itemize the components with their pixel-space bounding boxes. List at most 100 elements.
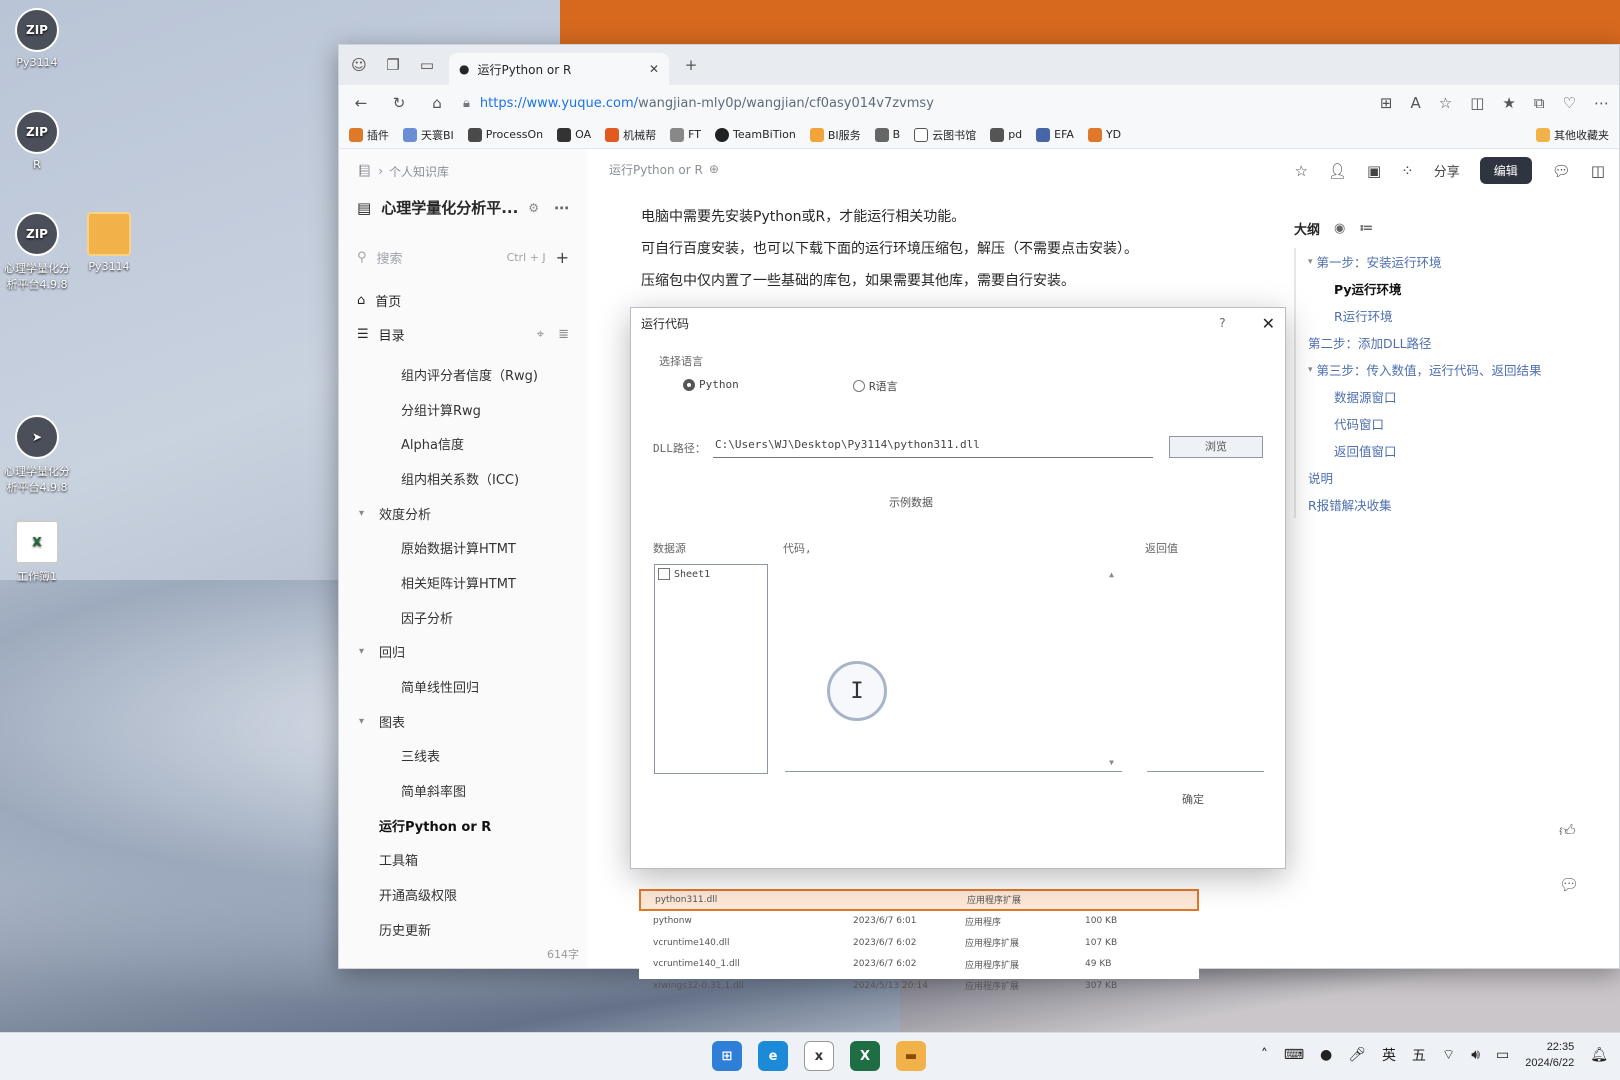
bookmark-other-folder[interactable]: 其他收藏夹 [1536,127,1609,143]
xlwings-icon[interactable]: x [804,1041,834,1071]
radio-r[interactable]: R语言 [853,378,898,394]
toc-item[interactable]: 运行Python or R [357,808,569,843]
outline-item[interactable]: 代码窗口 [1308,410,1584,437]
home-icon[interactable]: ⌂ [425,91,449,115]
toc-item[interactable]: 历史更新 [357,912,569,947]
code-editor[interactable]: ▲ ▼ [785,564,1122,772]
tab-actions-icon[interactable]: ▭ [415,53,439,77]
sidebar-toggle-icon[interactable]: ◫ [1591,162,1605,180]
bookmark-item[interactable]: ProcessOn [467,127,543,142]
share-button[interactable]: 分享 [1434,161,1460,180]
browse-button[interactable]: 浏览 [1169,436,1263,458]
toc-item[interactable]: 分组计算Rwg [357,392,569,427]
notification-icon[interactable]: 🔔︎ [1590,1047,1608,1063]
help-icon[interactable]: ? [1219,316,1225,330]
outline-list-icon[interactable]: ≔ [1359,221,1373,236]
ime-language[interactable]: 英 [1382,1045,1396,1065]
bookmark-item[interactable]: B [874,127,900,142]
volume-icon[interactable]: 🔊︎ [1471,1047,1480,1063]
app-available-icon[interactable]: ⊞ [1380,94,1393,112]
outline-item[interactable]: 数据源窗口 [1308,383,1584,410]
collaborator-icon[interactable]: 👤︎ [1328,162,1347,180]
file-row[interactable]: pythonw 2023/6/7 6:01 应用程序 100 KB [639,911,1199,933]
outline-item[interactable]: 返回值窗口 [1308,437,1584,464]
hide-outline-icon[interactable]: ◉ [1334,221,1345,236]
url-field[interactable]: 🔒︎ https://www.yuque.com/wangjian-mly0p/… [463,96,1366,111]
outline-item[interactable]: R报错解决收集 [1308,491,1584,518]
more-icon[interactable]: ⋯ [554,199,569,217]
microphone-icon[interactable]: 🎤︎ [1348,1047,1366,1063]
bookmark-item[interactable]: 机械帮 [605,127,656,143]
bookmark-item[interactable]: EFA [1036,127,1074,142]
collapse-icon[interactable]: ≣ [558,327,569,342]
bookmark-item[interactable]: 天寰BI [403,127,454,143]
ime-mode[interactable]: 五 [1412,1045,1426,1065]
chevron-down-icon[interactable]: ▾ [359,646,379,657]
app-tray-icon[interactable]: ● [1320,1047,1332,1063]
collections-toolbar-icon[interactable]: ⧉ [1534,94,1545,112]
nav-home[interactable]: ⌂ 首页 [357,283,569,317]
permission-icon[interactable]: ⊕ [709,162,719,176]
bookmark-item[interactable]: 插件 [349,127,389,143]
desktop-icon-workbook[interactable]: X 工作簿1 [0,520,74,584]
bookmark-item[interactable]: FT [670,127,701,142]
ok-button[interactable]: 确定 [1145,788,1241,812]
start-icon[interactable]: ⊞ [712,1041,742,1071]
star-icon[interactable]: ☆ [1294,162,1307,180]
chevron-up-icon[interactable]: ˄ [1261,1047,1268,1063]
toc-item[interactable]: 相关矩阵计算HTMT [357,565,569,600]
favorites-icon[interactable]: ★ [1502,94,1515,112]
desktop-icon-py3114-zip[interactable]: ZIP Py3114 [0,8,74,69]
clock[interactable]: 22:35 2024/6/22 [1525,1039,1574,1071]
scroll-up-icon[interactable]: ▲ [1109,570,1114,579]
toc-item[interactable]: 三线表 [357,739,569,774]
desktop-icon-platform-app[interactable]: ➤ 心理学量化分析平台4.9.8 [0,415,74,495]
favorite-star-icon[interactable]: ☆ [1439,94,1452,112]
locate-icon[interactable]: ⌖ [537,327,544,342]
present-icon[interactable]: ▣ [1367,162,1381,180]
nav-catalog[interactable]: ☰ 目录 ⌖ ≣ [357,317,569,351]
bookmark-item[interactable]: YD [1087,127,1121,142]
toc-item[interactable]: 因子分析 [357,600,569,635]
checkbox[interactable] [658,568,670,580]
close-tab-icon[interactable]: ✕ [649,62,659,76]
comment-icon[interactable]: 💬︎ [1552,162,1571,180]
kb-title[interactable]: ▤ 心理学量化分析平... ⚙ ⋯ [357,197,569,218]
apps-icon[interactable]: ⁘ [1401,162,1414,180]
breadcrumb[interactable]: 📘︎ › 个人知识库 [357,159,569,183]
file-row[interactable]: vcruntime140_1.dll 2023/6/7 6:02 应用程序扩展 49 … [639,954,1199,976]
outline-item[interactable]: 第一步：安装运行环境 [1308,248,1584,275]
chevron-down-icon[interactable]: ▾ [359,508,379,519]
bookmark-item[interactable]: pd [990,127,1022,142]
chevron-down-icon[interactable]: ▾ [359,716,379,727]
browser-essentials-icon[interactable]: ♡ [1563,94,1576,112]
outline-item[interactable]: 第三步：传入数值，运行代码、返回结果 [1308,356,1584,383]
search-input[interactable]: ⚲ 搜索 Ctrl + J + [357,248,569,267]
sheet-checkbox-item[interactable]: Sheet1 [655,565,767,583]
outline-item[interactable]: 第二步：添加DLL路径 [1308,329,1584,356]
file-row[interactable]: vcruntime140.dll 2023/6/7 6:02 应用程序扩展 107 K… [639,932,1199,954]
toc-item[interactable]: ▾ 回归 [357,635,569,670]
bookmark-item[interactable]: 云图书馆 [914,127,976,143]
edit-button[interactable]: 编辑 [1479,157,1532,184]
like-icon[interactable]: 👍︎ [1559,821,1576,841]
desktop-icon-platform-zip[interactable]: ZIP 心理学量化分析平台4.9.8 [0,212,74,292]
toc-item[interactable]: 开通高级权限 [357,877,569,912]
collections-icon[interactable]: ❐ [381,53,405,77]
datasource-list[interactable]: Sheet1 [654,564,768,774]
bookmark-item[interactable]: OA [557,127,591,142]
keyboard-icon[interactable]: ⌨ [1284,1047,1304,1063]
read-aloud-icon[interactable]: A [1410,94,1420,112]
outline-item[interactable]: R运行环境 [1308,302,1584,329]
toc-item[interactable]: 原始数据计算HTMT [357,530,569,565]
more-icon[interactable]: ⋯ [1594,94,1609,112]
toc-item[interactable]: 工具箱 [357,843,569,878]
toc-item[interactable]: 组内相关系数（ICC) [357,461,569,496]
refresh-icon[interactable]: ↻ [387,91,411,115]
scroll-down-icon[interactable]: ▼ [1109,758,1114,767]
outline-item[interactable]: 说明 [1308,464,1584,491]
edge-browser-icon[interactable]: e [758,1041,788,1071]
toc-item[interactable]: ▾ 效度分析 [357,496,569,531]
desktop-icon-py3114-folder[interactable]: Py3114 [72,212,146,273]
file-row[interactable]: python311.dll 应用程序扩展 [639,889,1199,911]
